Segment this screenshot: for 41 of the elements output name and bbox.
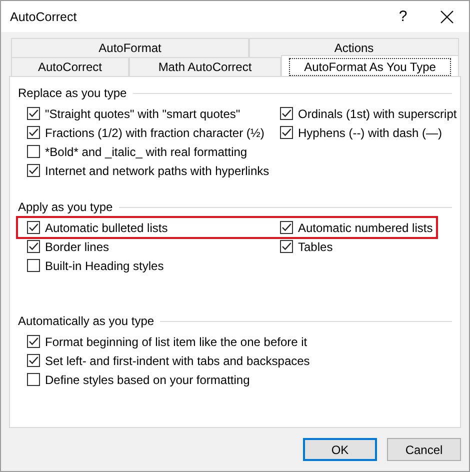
- checkbox-label[interactable]: Automatic bulleted lists: [45, 220, 168, 234]
- checkbox-label[interactable]: Tables: [298, 240, 333, 254]
- checkbox[interactable]: [27, 240, 40, 253]
- checkbox[interactable]: [27, 373, 40, 386]
- checkbox[interactable]: [27, 164, 40, 177]
- help-button[interactable]: ?: [381, 1, 425, 32]
- checkbox[interactable]: [27, 107, 40, 120]
- checkbox-label[interactable]: Fractions (1/2) with fraction character (½): [45, 126, 264, 140]
- checkbox-label[interactable]: Built-in Heading styles: [45, 258, 164, 272]
- checkbox[interactable]: [280, 240, 293, 253]
- checkbox-label[interactable]: Hyphens (--) with dash (—): [298, 126, 442, 140]
- checkbox-label[interactable]: *Bold* and _italic_ with real formatting: [45, 144, 248, 158]
- checkbox-label[interactable]: Format beginning of list item like the one before it: [45, 334, 308, 348]
- tab[interactable]: AutoCorrect: [11, 57, 129, 76]
- checkbox-label[interactable]: Internet and network paths with hyperlinks: [45, 164, 270, 178]
- checkbox-label[interactable]: Ordinals (1st) with superscript: [298, 106, 457, 120]
- checkbox[interactable]: [27, 259, 40, 272]
- tab[interactable]: AutoFormat: [11, 38, 249, 57]
- tab[interactable]: Actions: [249, 38, 459, 57]
- checkbox-label[interactable]: Set left- and first-indent with tabs and backspaces: [45, 354, 310, 368]
- checkbox[interactable]: [27, 354, 40, 367]
- checkbox-label[interactable]: Define styles based on your formatting: [45, 372, 250, 386]
- checkbox[interactable]: [27, 335, 40, 348]
- section-heading: Apply as you type: [18, 200, 113, 214]
- checkbox[interactable]: [280, 221, 293, 234]
- tab[interactable]: Math AutoCorrect: [129, 57, 281, 76]
- ok-button[interactable]: OK: [303, 438, 377, 461]
- tab[interactable]: AutoFormat As You Type: [281, 55, 459, 77]
- checkbox[interactable]: [280, 107, 293, 120]
- checkbox[interactable]: [27, 126, 40, 139]
- close-icon: [440, 10, 454, 24]
- cancel-button[interactable]: Cancel: [387, 438, 461, 461]
- section-heading: Replace as you type: [18, 86, 127, 100]
- checkbox-label[interactable]: Automatic numbered lists: [298, 220, 433, 234]
- window-title: AutoCorrect: [10, 10, 78, 24]
- checkbox[interactable]: [27, 145, 40, 158]
- checkbox-label[interactable]: Border lines: [45, 240, 110, 254]
- section-heading: Automatically as you type: [18, 314, 154, 328]
- checkbox[interactable]: [27, 221, 40, 234]
- checkbox[interactable]: [280, 126, 293, 139]
- checkbox-label[interactable]: "Straight quotes" with "smart quotes": [45, 106, 240, 120]
